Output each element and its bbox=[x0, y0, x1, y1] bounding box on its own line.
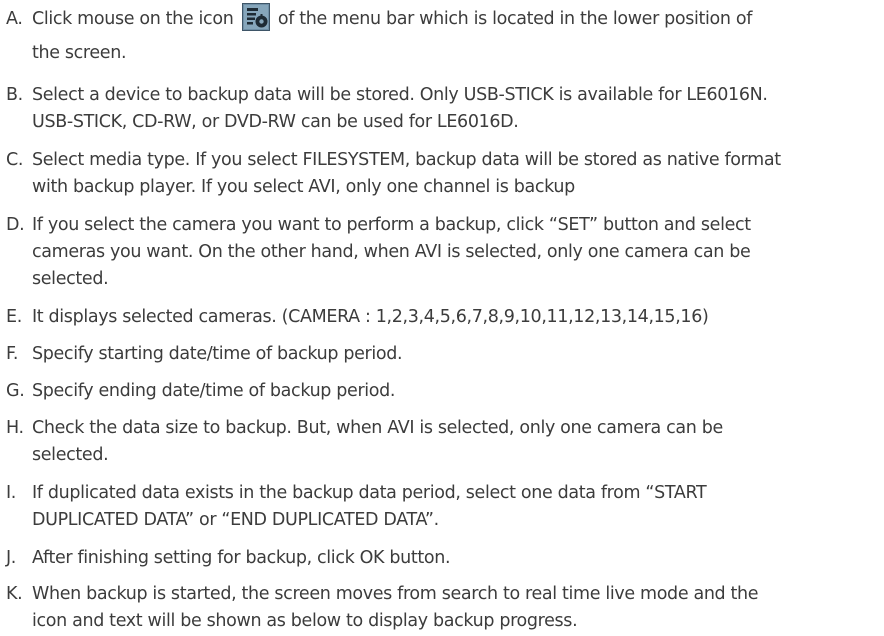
list-item-text: Specify ending date/time of backup perio… bbox=[32, 378, 874, 405]
list-item-text: After finishing setting for backup, clic… bbox=[32, 545, 874, 572]
list-item-text: Select a device to backup data will be s… bbox=[32, 82, 874, 136]
list-item-line: selected. bbox=[32, 445, 109, 465]
list-item-line: If duplicated data exists in the backup … bbox=[32, 483, 707, 503]
list-item-line: the screen. bbox=[32, 43, 127, 63]
list-item-letter: I. bbox=[6, 483, 17, 503]
list-item-line: Specify starting date/time of backup per… bbox=[32, 344, 403, 364]
list-item-line: selected. bbox=[32, 269, 109, 289]
list-item-line: When backup is started, the screen moves… bbox=[32, 584, 759, 604]
list-item-letter: J. bbox=[6, 548, 17, 568]
list-item-line: with backup player. If you select AVI, o… bbox=[32, 177, 575, 197]
list-item-letter: G. bbox=[6, 381, 25, 401]
list-item-text: If duplicated data exists in the backup … bbox=[32, 480, 874, 534]
list-item-text: Click mouse on the icon of the menu bar … bbox=[32, 2, 874, 70]
list-item-line: cameras you want. On the other hand, whe… bbox=[32, 242, 751, 262]
list-item-line: Select a device to backup data will be s… bbox=[32, 85, 768, 105]
list-item-letter: H. bbox=[6, 418, 24, 438]
list-item-letter: E. bbox=[6, 307, 22, 327]
list-item-line: DUPLICATED DATA” or “END DUPLICATED DATA… bbox=[32, 510, 439, 530]
list-item-letter: D. bbox=[6, 215, 25, 235]
list-item-letter: B. bbox=[6, 85, 23, 105]
list-item-text: When backup is started, the screen moves… bbox=[32, 581, 874, 635]
instruction-list: A. Click mouse on the icon of the menu b… bbox=[0, 0, 884, 636]
list-item-line: After finishing setting for backup, clic… bbox=[32, 548, 451, 568]
list-item-letter: A. bbox=[6, 9, 23, 29]
list-item-letter: F. bbox=[6, 344, 19, 364]
list-item-text: If you select the camera you want to per… bbox=[32, 212, 874, 293]
list-item-line: Specify ending date/time of backup perio… bbox=[32, 381, 396, 401]
list-item-text: Specify starting date/time of backup per… bbox=[32, 341, 874, 368]
list-item-line: USB-STICK, CD-RW, or DVD-RW can be used … bbox=[32, 112, 519, 132]
list-item-text: Select media type. If you select FILESYS… bbox=[32, 147, 874, 201]
list-item-letter: K. bbox=[6, 584, 23, 604]
list-item-text: Check the data size to backup. But, when… bbox=[32, 415, 874, 469]
list-item-text: It displays selected cameras. (CAMERA : … bbox=[32, 304, 874, 331]
list-item-line: It displays selected cameras. (CAMERA : … bbox=[32, 307, 709, 327]
list-item-letter: C. bbox=[6, 150, 24, 170]
list-item-line: Select media type. If you select FILESYS… bbox=[32, 150, 781, 170]
list-item-line: Click mouse on the icon bbox=[32, 9, 234, 29]
list-item-line: of the menu bar which is located in the … bbox=[277, 9, 753, 29]
backup-menu-icon bbox=[241, 3, 270, 31]
list-item-line: icon and text will be shown as below to … bbox=[32, 611, 578, 631]
list-item-line: Check the data size to backup. But, when… bbox=[32, 418, 723, 438]
list-item-line: If you select the camera you want to per… bbox=[32, 215, 751, 235]
